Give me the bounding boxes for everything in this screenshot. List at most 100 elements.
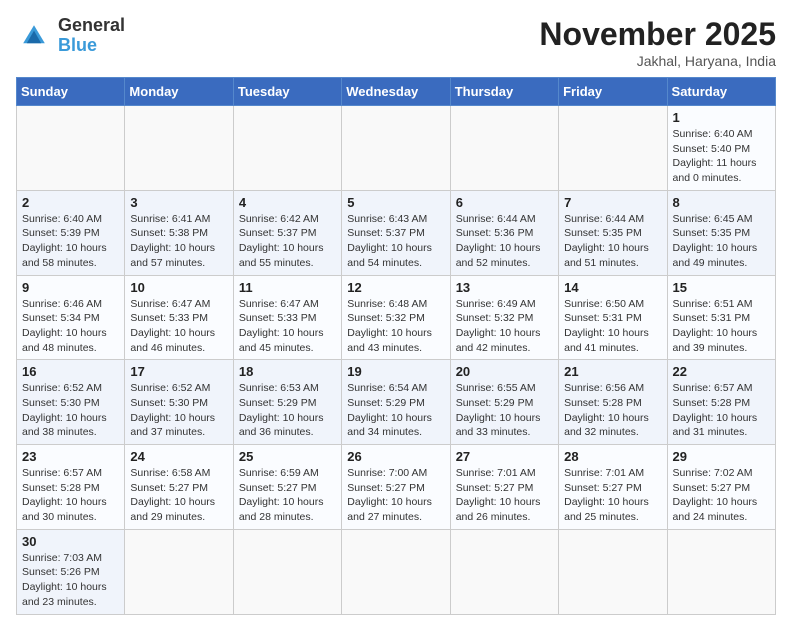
day-number: 25 bbox=[239, 449, 336, 464]
day-info: Sunrise: 6:42 AM Sunset: 5:37 PM Dayligh… bbox=[239, 212, 336, 271]
day-number: 27 bbox=[456, 449, 553, 464]
day-number: 16 bbox=[22, 364, 119, 379]
day-number: 4 bbox=[239, 195, 336, 210]
day-info: Sunrise: 6:50 AM Sunset: 5:31 PM Dayligh… bbox=[564, 297, 661, 356]
day-info: Sunrise: 6:45 AM Sunset: 5:35 PM Dayligh… bbox=[673, 212, 770, 271]
calendar-cell: 12 Sunrise: 6:48 AM Sunset: 5:32 PM Dayli… bbox=[342, 275, 450, 360]
calendar-cell: 11 Sunrise: 6:47 AM Sunset: 5:33 PM Dayli… bbox=[233, 275, 341, 360]
day-info: Sunrise: 6:54 AM Sunset: 5:29 PM Dayligh… bbox=[347, 381, 444, 440]
calendar-cell: 2Sunrise: 6:40 AM Sunset: 5:39 PM Daylig… bbox=[17, 190, 125, 275]
weekday-header-wednesday: Wednesday bbox=[342, 78, 450, 106]
day-number: 3 bbox=[130, 195, 227, 210]
day-info: Sunrise: 6:55 AM Sunset: 5:29 PM Dayligh… bbox=[456, 381, 553, 440]
calendar-cell: 24Sunrise: 6:58 AM Sunset: 5:27 PM Dayli… bbox=[125, 445, 233, 530]
day-info: Sunrise: 6:43 AM Sunset: 5:37 PM Dayligh… bbox=[347, 212, 444, 271]
day-info: Sunrise: 6:41 AM Sunset: 5:38 PM Dayligh… bbox=[130, 212, 227, 271]
calendar-cell bbox=[233, 529, 341, 614]
day-info: Sunrise: 6:51 AM Sunset: 5:31 PM Dayligh… bbox=[673, 297, 770, 356]
calendar-cell: 23Sunrise: 6:57 AM Sunset: 5:28 PM Dayli… bbox=[17, 445, 125, 530]
day-info: Sunrise: 6:44 AM Sunset: 5:35 PM Dayligh… bbox=[564, 212, 661, 271]
day-info: Sunrise: 7:00 AM Sunset: 5:27 PM Dayligh… bbox=[347, 466, 444, 525]
calendar-cell bbox=[342, 529, 450, 614]
day-info: Sunrise: 7:01 AM Sunset: 5:27 PM Dayligh… bbox=[564, 466, 661, 525]
weekday-header-tuesday: Tuesday bbox=[233, 78, 341, 106]
calendar-cell: 30 Sunrise: 7:03 AM Sunset: 5:26 PM Dayli… bbox=[17, 529, 125, 614]
calendar-cell bbox=[17, 106, 125, 191]
day-number: 13 bbox=[456, 280, 553, 295]
day-info: Sunrise: 6:59 AM Sunset: 5:27 PM Dayligh… bbox=[239, 466, 336, 525]
day-info: Sunrise: 6:57 AM Sunset: 5:28 PM Dayligh… bbox=[673, 381, 770, 440]
day-number: 20 bbox=[456, 364, 553, 379]
day-info: Sunrise: 6:47 AM Sunset: 5:33 PM Dayligh… bbox=[130, 297, 227, 356]
day-info: Sunrise: 6:46 AM Sunset: 5:34 PM Dayligh… bbox=[22, 297, 119, 356]
calendar-cell bbox=[125, 529, 233, 614]
calendar-cell: 27 Sunrise: 7:01 AM Sunset: 5:27 PM Dayli… bbox=[450, 445, 558, 530]
calendar-cell: 22Sunrise: 6:57 AM Sunset: 5:28 PM Dayli… bbox=[667, 360, 775, 445]
calendar-week-1: 1Sunrise: 6:40 AM Sunset: 5:40 PM Daylig… bbox=[17, 106, 776, 191]
calendar-cell: 19Sunrise: 6:54 AM Sunset: 5:29 PM Dayli… bbox=[342, 360, 450, 445]
calendar-cell: 16 Sunrise: 6:52 AM Sunset: 5:30 PM Dayli… bbox=[17, 360, 125, 445]
location-subtitle: Jakhal, Haryana, India bbox=[539, 53, 776, 69]
day-number: 21 bbox=[564, 364, 661, 379]
day-number: 5 bbox=[347, 195, 444, 210]
day-number: 8 bbox=[673, 195, 770, 210]
weekday-header-friday: Friday bbox=[559, 78, 667, 106]
calendar-cell: 1Sunrise: 6:40 AM Sunset: 5:40 PM Daylig… bbox=[667, 106, 775, 191]
calendar-week-3: 9 Sunrise: 6:46 AM Sunset: 5:34 PM Daylig… bbox=[17, 275, 776, 360]
calendar-cell: 3 Sunrise: 6:41 AM Sunset: 5:38 PM Daylig… bbox=[125, 190, 233, 275]
weekday-header-saturday: Saturday bbox=[667, 78, 775, 106]
logo-text: GeneralBlue bbox=[58, 16, 125, 56]
weekday-header-thursday: Thursday bbox=[450, 78, 558, 106]
calendar-week-2: 2Sunrise: 6:40 AM Sunset: 5:39 PM Daylig… bbox=[17, 190, 776, 275]
day-info: Sunrise: 6:40 AM Sunset: 5:40 PM Dayligh… bbox=[673, 127, 770, 186]
calendar-cell: 26Sunrise: 7:00 AM Sunset: 5:27 PM Dayli… bbox=[342, 445, 450, 530]
day-number: 14 bbox=[564, 280, 661, 295]
day-number: 15 bbox=[673, 280, 770, 295]
calendar-cell bbox=[233, 106, 341, 191]
logo: GeneralBlue bbox=[16, 16, 125, 56]
day-number: 9 bbox=[22, 280, 119, 295]
calendar-cell bbox=[342, 106, 450, 191]
day-number: 18 bbox=[239, 364, 336, 379]
day-info: Sunrise: 7:02 AM Sunset: 5:27 PM Dayligh… bbox=[673, 466, 770, 525]
calendar-cell bbox=[450, 529, 558, 614]
weekday-header-monday: Monday bbox=[125, 78, 233, 106]
day-number: 11 bbox=[239, 280, 336, 295]
day-number: 29 bbox=[673, 449, 770, 464]
calendar-cell: 7 Sunrise: 6:44 AM Sunset: 5:35 PM Daylig… bbox=[559, 190, 667, 275]
calendar-cell bbox=[125, 106, 233, 191]
calendar-cell: 13Sunrise: 6:49 AM Sunset: 5:32 PM Dayli… bbox=[450, 275, 558, 360]
calendar-cell: 20 Sunrise: 6:55 AM Sunset: 5:29 PM Dayli… bbox=[450, 360, 558, 445]
page-header: GeneralBlue November 2025 Jakhal, Haryan… bbox=[16, 16, 776, 69]
calendar-cell: 5 Sunrise: 6:43 AM Sunset: 5:37 PM Daylig… bbox=[342, 190, 450, 275]
day-number: 2 bbox=[22, 195, 119, 210]
calendar-cell: 18 Sunrise: 6:53 AM Sunset: 5:29 PM Dayli… bbox=[233, 360, 341, 445]
day-info: Sunrise: 7:03 AM Sunset: 5:26 PM Dayligh… bbox=[22, 551, 119, 610]
day-number: 28 bbox=[564, 449, 661, 464]
day-number: 12 bbox=[347, 280, 444, 295]
logo-icon bbox=[16, 18, 52, 54]
day-info: Sunrise: 6:52 AM Sunset: 5:30 PM Dayligh… bbox=[22, 381, 119, 440]
weekday-header-row: SundayMondayTuesdayWednesdayThursdayFrid… bbox=[17, 78, 776, 106]
calendar-cell: 4 Sunrise: 6:42 AM Sunset: 5:37 PM Daylig… bbox=[233, 190, 341, 275]
day-info: Sunrise: 7:01 AM Sunset: 5:27 PM Dayligh… bbox=[456, 466, 553, 525]
calendar-cell: 14 Sunrise: 6:50 AM Sunset: 5:31 PM Dayli… bbox=[559, 275, 667, 360]
month-title: November 2025 bbox=[539, 16, 776, 53]
day-info: Sunrise: 6:53 AM Sunset: 5:29 PM Dayligh… bbox=[239, 381, 336, 440]
calendar-cell: 15 Sunrise: 6:51 AM Sunset: 5:31 PM Dayli… bbox=[667, 275, 775, 360]
day-info: Sunrise: 6:48 AM Sunset: 5:32 PM Dayligh… bbox=[347, 297, 444, 356]
day-number: 30 bbox=[22, 534, 119, 549]
calendar-cell: 17Sunrise: 6:52 AM Sunset: 5:30 PM Dayli… bbox=[125, 360, 233, 445]
calendar-cell: 10Sunrise: 6:47 AM Sunset: 5:33 PM Dayli… bbox=[125, 275, 233, 360]
calendar-cell bbox=[559, 529, 667, 614]
day-number: 7 bbox=[564, 195, 661, 210]
day-info: Sunrise: 6:58 AM Sunset: 5:27 PM Dayligh… bbox=[130, 466, 227, 525]
day-info: Sunrise: 6:47 AM Sunset: 5:33 PM Dayligh… bbox=[239, 297, 336, 356]
calendar-week-5: 23Sunrise: 6:57 AM Sunset: 5:28 PM Dayli… bbox=[17, 445, 776, 530]
calendar-week-4: 16 Sunrise: 6:52 AM Sunset: 5:30 PM Dayli… bbox=[17, 360, 776, 445]
day-info: Sunrise: 6:44 AM Sunset: 5:36 PM Dayligh… bbox=[456, 212, 553, 271]
calendar-cell: 8 Sunrise: 6:45 AM Sunset: 5:35 PM Daylig… bbox=[667, 190, 775, 275]
calendar-cell: 25 Sunrise: 6:59 AM Sunset: 5:27 PM Dayli… bbox=[233, 445, 341, 530]
day-number: 17 bbox=[130, 364, 227, 379]
weekday-header-sunday: Sunday bbox=[17, 78, 125, 106]
